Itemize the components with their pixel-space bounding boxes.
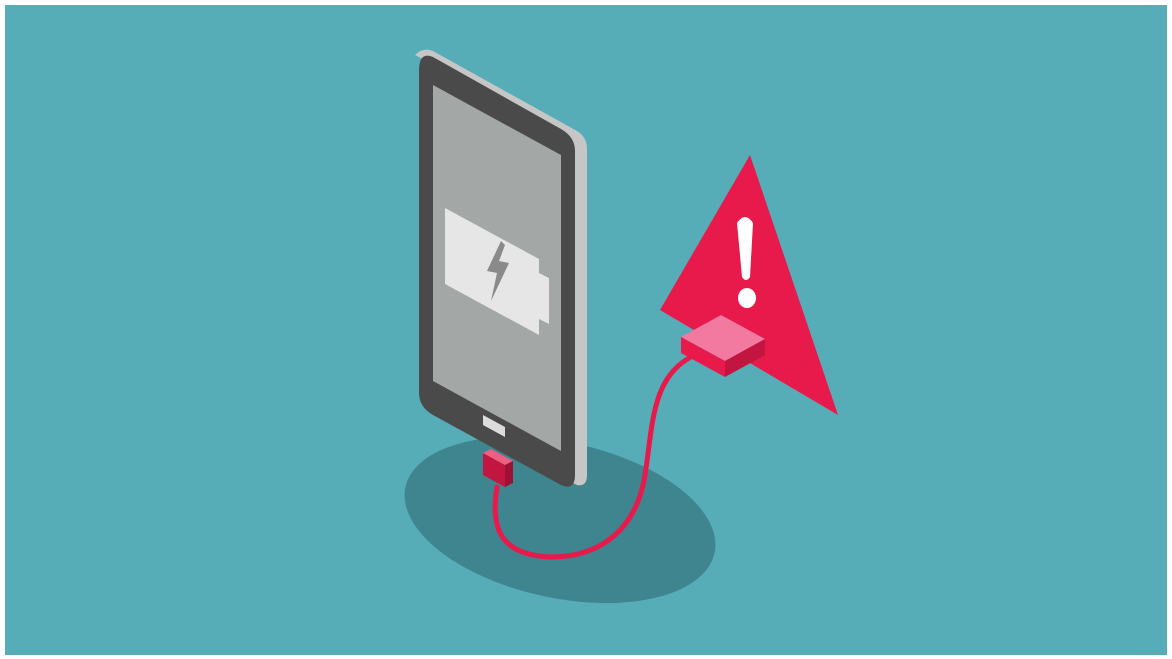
illustration-canvas xyxy=(5,5,1167,655)
image-frame xyxy=(0,0,1172,659)
illustration-scene xyxy=(5,5,1167,655)
